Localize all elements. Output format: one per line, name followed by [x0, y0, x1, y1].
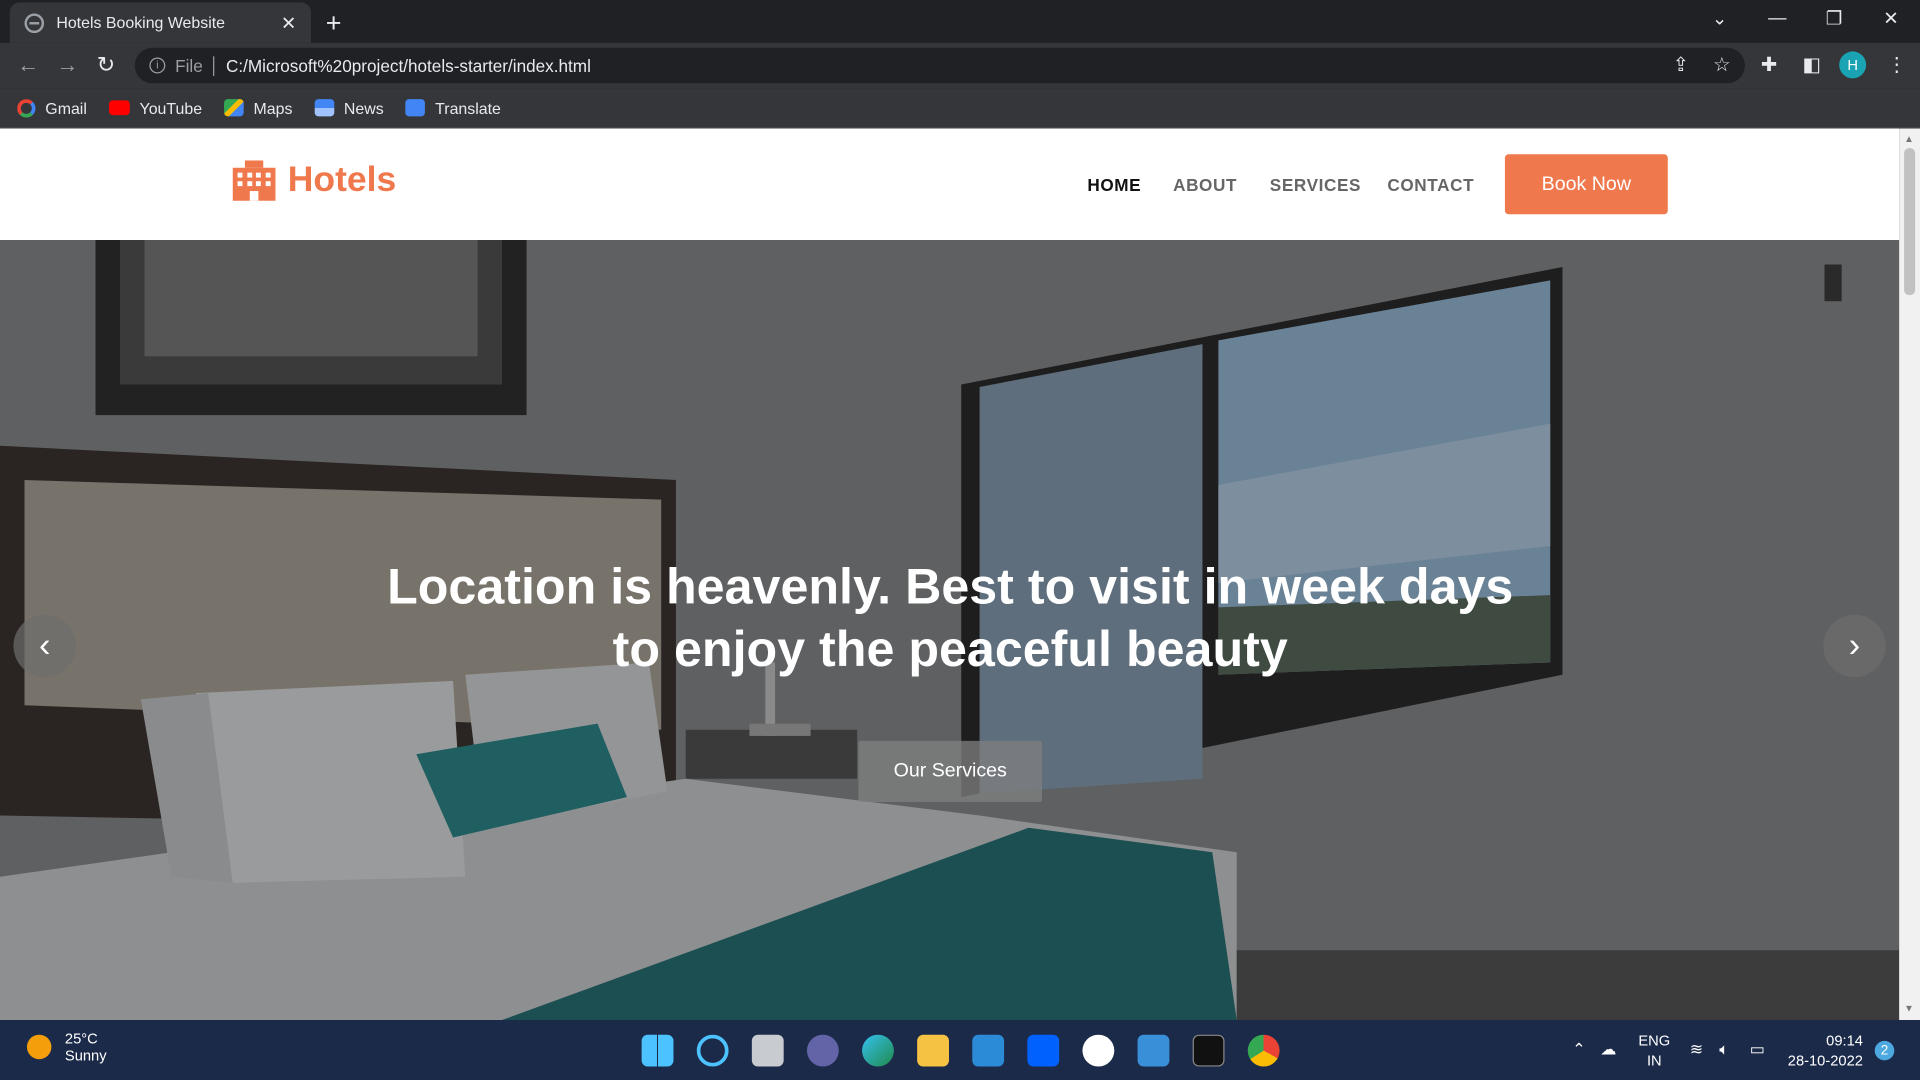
close-window-icon[interactable]: ✕ — [1883, 7, 1898, 30]
bookmarks-bar: Gmail YouTube Maps News Translate — [0, 88, 1920, 129]
menu-kebab-icon[interactable]: ⋮ — [1887, 53, 1907, 77]
our-services-button[interactable]: Our Services — [858, 740, 1043, 803]
clock-time: 09:14 — [1826, 1032, 1863, 1050]
carousel-next-icon[interactable]: › — [1823, 614, 1886, 678]
edge-icon[interactable] — [862, 1034, 894, 1067]
maps-icon — [224, 99, 244, 117]
scrollbar-thumb[interactable] — [1904, 148, 1916, 296]
clock-date: 28-10-2022 — [1787, 1051, 1863, 1069]
site-logo[interactable]: Hotels — [232, 160, 397, 201]
show-hidden-icons-icon[interactable]: ⌃ — [1572, 1040, 1585, 1060]
close-tab-icon[interactable]: ✕ — [281, 12, 296, 34]
bookmark-label: Gmail — [45, 98, 87, 117]
bookmark-gmail[interactable]: Gmail — [17, 98, 87, 117]
address-separator — [212, 55, 214, 76]
restore-icon[interactable]: ❐ — [1826, 7, 1842, 30]
weather-condition: Sunny — [64, 1046, 107, 1065]
nav-home[interactable]: HOME — [1087, 175, 1141, 195]
back-icon[interactable]: ← — [17, 53, 39, 79]
volume-icon[interactable]: 🔈︎ — [1719, 1040, 1729, 1060]
hotel-building-icon — [232, 160, 276, 201]
info-icon[interactable]: i — [149, 57, 166, 74]
browser-tab[interactable]: Hotels Booking Website ✕ — [9, 2, 312, 43]
google-icon — [17, 98, 36, 117]
task-view-icon[interactable] — [751, 1034, 784, 1067]
web-page: Hotels HOME ABOUT SERVICES CONTACT Book … — [0, 128, 1900, 1021]
profile-avatar[interactable]: H — [1839, 51, 1867, 79]
bookmark-label: News — [343, 98, 384, 117]
carousel-prev-icon[interactable]: ‹ — [13, 614, 76, 678]
bookmark-maps[interactable]: Maps — [224, 99, 292, 117]
tab-title: Hotels Booking Website — [56, 13, 226, 32]
hero-headline-line1: Location is heavenly. Best to visit in w… — [387, 558, 1514, 615]
mail-icon[interactable] — [972, 1034, 1005, 1067]
forward-icon[interactable]: → — [56, 53, 78, 79]
browser-titlebar: Hotels Booking Website ✕ + ⌄ — ❐ ✕ — [0, 0, 1920, 43]
notification-badge[interactable]: 2 — [1874, 1040, 1895, 1061]
nav-contact[interactable]: CONTACT — [1387, 175, 1474, 195]
file-explorer-icon[interactable] — [917, 1034, 949, 1067]
translate-icon — [405, 99, 426, 117]
wifi-icon[interactable]: ≋ — [1690, 1040, 1703, 1060]
bookmark-label: Translate — [435, 98, 501, 117]
battery-icon[interactable]: ▭ — [1750, 1040, 1765, 1060]
nav-about[interactable]: ABOUT — [1173, 175, 1237, 195]
address-url[interactable]: C:/Microsoft%20project/hotels-starter/in… — [226, 56, 591, 76]
scroll-down-icon[interactable]: ▼ — [1904, 1003, 1914, 1014]
globe-icon — [24, 12, 45, 33]
bookmark-label: YouTube — [139, 98, 203, 117]
bookmark-news[interactable]: News — [314, 98, 384, 117]
page-scrollbar[interactable]: ▲ ▼ — [1899, 128, 1920, 1021]
hero-headline-line2: to enjoy the peaceful beauty — [612, 620, 1288, 678]
github-icon[interactable] — [1082, 1034, 1115, 1067]
sun-icon — [26, 1034, 52, 1060]
search-icon[interactable] — [696, 1034, 729, 1067]
side-panel-icon[interactable]: ◧ — [1802, 53, 1821, 77]
site-header: Hotels HOME ABOUT SERVICES CONTACT Book … — [0, 128, 1900, 241]
address-bar[interactable]: i File C:/Microsoft%20project/hotels-sta… — [134, 47, 1745, 84]
hero-carousel: Location is heavenly. Best to visit in w… — [0, 240, 1900, 1021]
bookmark-label: Maps — [253, 98, 293, 117]
weather-widget[interactable]: 25°C Sunny — [26, 1029, 107, 1065]
extensions-icon[interactable]: ✚ — [1761, 53, 1777, 77]
system-clock[interactable]: 09:14 28-10-2022 — [1788, 1031, 1863, 1070]
news-icon — [314, 99, 335, 117]
bookmark-translate[interactable]: Translate — [405, 98, 501, 117]
address-scheme-label: File — [175, 55, 203, 76]
minimize-icon[interactable]: — — [1768, 7, 1786, 28]
region-code: IN — [1646, 1051, 1662, 1069]
book-now-button[interactable]: Book Now — [1504, 154, 1668, 215]
windows-taskbar: 25°C Sunny ⌃ ☁ ENG IN ≋ 🔈︎ ▭ 09:14 28-10… — [0, 1020, 1920, 1080]
bookmark-star-icon[interactable]: ☆ — [1713, 53, 1731, 77]
tab-search-icon[interactable]: ⌄ — [1712, 7, 1727, 30]
language-indicator[interactable]: ENG IN — [1638, 1031, 1670, 1070]
brand-name: Hotels — [287, 160, 397, 200]
chrome-icon[interactable] — [1247, 1034, 1280, 1067]
teams-chat-icon[interactable] — [806, 1034, 839, 1067]
scroll-up-icon[interactable]: ▲ — [1904, 133, 1914, 144]
hero-headline: Location is heavenly. Best to visit in w… — [306, 556, 1594, 681]
temperature: 25°C — [64, 1029, 98, 1047]
reload-icon[interactable]: ↻ — [97, 53, 115, 79]
youtube-icon — [108, 100, 130, 116]
nav-services[interactable]: SERVICES — [1270, 175, 1361, 195]
screen: Hotels Booking Website ✕ + ⌄ — ❐ ✕ ← → ↻… — [0, 0, 1920, 1080]
onedrive-cloud-icon[interactable]: ☁ — [1600, 1040, 1616, 1060]
share-icon[interactable]: ⇪ — [1673, 53, 1689, 77]
start-windows-icon[interactable] — [641, 1034, 674, 1067]
browser-toolbar: ← → ↻ i File C:/Microsoft%20project/hote… — [0, 42, 1920, 89]
bookmark-youtube[interactable]: YouTube — [108, 98, 203, 117]
terminal-icon[interactable] — [1192, 1034, 1225, 1067]
dropbox-icon[interactable] — [1027, 1034, 1060, 1067]
new-tab-icon[interactable]: + — [326, 7, 342, 39]
language-code: ENG — [1638, 1032, 1671, 1050]
store-icon[interactable] — [1137, 1034, 1170, 1067]
